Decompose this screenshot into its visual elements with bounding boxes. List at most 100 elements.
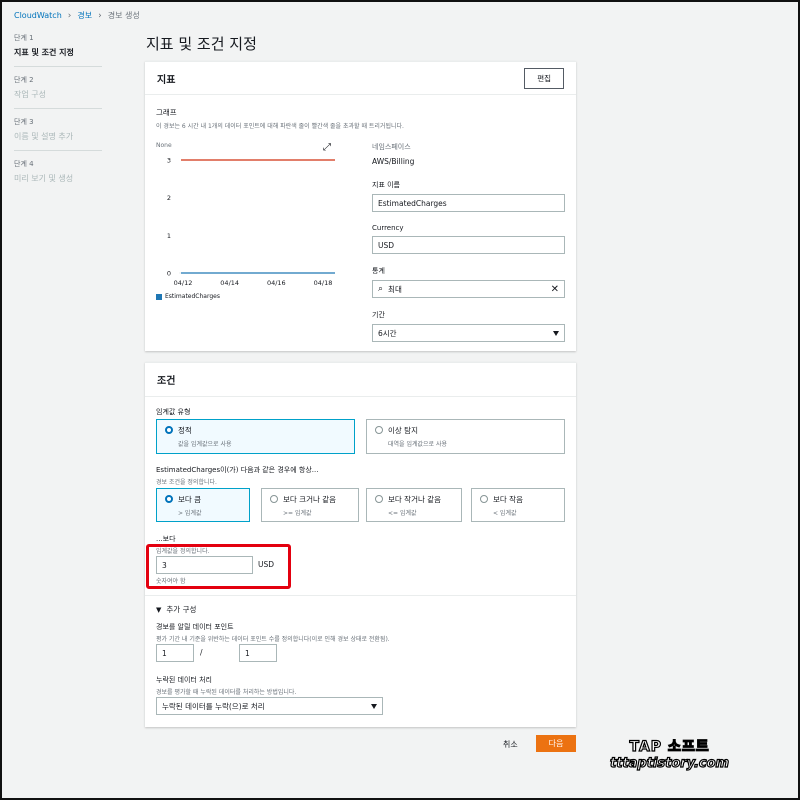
step-2: 단계 2 작업 구성 (14, 75, 102, 109)
additional-config-label: 추가 구성 (166, 605, 197, 614)
currency-input[interactable]: USD (372, 236, 565, 254)
radio-title: 보다 작음 (493, 495, 523, 504)
radio-text: 보다 큼 > 임계값 (178, 494, 202, 517)
radio-text: 이상 탐지 대역을 임계값으로 사용 (388, 425, 447, 448)
radio-title: 정적 (178, 426, 192, 435)
x-tick-label: 04/16 (267, 279, 286, 287)
threshold-highlight-box (146, 544, 291, 589)
step-label: 작업 구성 (14, 90, 46, 99)
chevron-right-icon: › (67, 10, 72, 21)
conditions-panel-header: 조건 (145, 363, 576, 397)
datapoints-input[interactable]: 1 (156, 644, 194, 662)
step-label: 지표 및 조건 지정 (14, 48, 74, 57)
radio-text: 보다 크거나 같음 >= 임계값 (283, 494, 336, 517)
divider (145, 595, 576, 596)
breadcrumb-cloudwatch-link[interactable]: CloudWatch (14, 11, 62, 20)
radio-unselected-icon (375, 426, 383, 434)
currency-label: Currency (372, 224, 404, 232)
radio-text: 보다 작음 < 임계값 (493, 494, 523, 517)
conditions-panel-title: 조건 (157, 376, 176, 387)
radio-row: 보다 큼 > 임계값 (165, 494, 241, 517)
legend-swatch (156, 293, 162, 300)
page-title: 지표 및 조건 지정 (146, 35, 257, 53)
watermark-line1: TAP 소프트 (629, 738, 710, 755)
chart-legend: EstimatedCharges (156, 293, 220, 300)
threshold-type-static[interactable]: 정적 값을 임계값으로 사용 (156, 419, 355, 454)
threshold-type-anomaly[interactable]: 이상 탐지 대역을 임계값으로 사용 (366, 419, 565, 454)
graph-title: 그래프 (156, 108, 177, 117)
radio-selected-icon (165, 495, 173, 503)
whenever-label: EstimatedCharges이(가) 다음과 같은 경우에 항상... (156, 466, 319, 474)
caret-down-icon (553, 330, 559, 336)
radio-desc: 값을 임계값으로 사용 (178, 441, 232, 448)
chevron-right-icon: › (98, 10, 102, 21)
missing-data-value: 누락된 데이터를 누락(으)로 처리 (162, 701, 265, 711)
cancel-button[interactable]: 취소 (503, 739, 518, 750)
step-4: 단계 4 미리 보기 및 생성 (14, 159, 102, 192)
metric-name-input[interactable]: EstimatedCharges (372, 194, 565, 212)
missing-data-desc: 경보를 평가할 때 누락된 데이터를 처리하는 방법입니다. (156, 689, 297, 696)
x-tick-label: 04/14 (220, 279, 239, 287)
breadcrumb-alarms-link[interactable]: 경보 (77, 10, 92, 21)
chart-unit-label: None (156, 142, 172, 149)
datapoints-separator: / (200, 648, 203, 657)
additional-config-toggle[interactable]: ▼ 추가 구성 (156, 604, 196, 615)
watermark: TAP 소프트 tttaptistory.com (609, 736, 730, 771)
whenever-header: EstimatedCharges이(가) 다음과 같은 경우에 항상... 경보… (156, 465, 318, 486)
step-number: 단계 4 (14, 160, 34, 168)
statistic-label: 통계 (372, 267, 385, 275)
operator-greater[interactable]: 보다 큼 > 임계값 (156, 488, 250, 522)
breadcrumb-current: 경보 생성 (107, 11, 140, 20)
clear-icon[interactable]: ✕ (551, 284, 559, 295)
radio-title: 이상 탐지 (388, 426, 418, 435)
search-icon: ⌕ (378, 284, 384, 294)
metric-panel-header: 지표 편집 (145, 62, 576, 95)
step-label: 미리 보기 및 생성 (14, 174, 74, 183)
x-tick-label: 04/18 (314, 279, 333, 287)
radio-desc: <= 임계값 (388, 510, 417, 517)
missing-data-select[interactable]: 누락된 데이터를 누락(으)로 처리 (156, 697, 383, 715)
step-label: 이름 및 설명 추가 (14, 132, 74, 141)
y-tick-label: 3 (167, 157, 171, 165)
statistic-search-input[interactable]: ⌕ 최대 ✕ (372, 280, 565, 298)
edit-button[interactable]: 편집 (524, 67, 564, 89)
metric-details: 네임스페이스 AWS/Billing 지표 이름 EstimatedCharge… (372, 142, 565, 342)
radio-text: 정적 값을 임계값으로 사용 (178, 425, 232, 448)
radio-title: 보다 작거나 같음 (388, 495, 442, 504)
radio-unselected-icon (375, 495, 383, 503)
next-button[interactable]: 다음 (536, 735, 576, 752)
statistic-value: 최대 (388, 284, 402, 294)
statistic-value-wrap: ⌕ 최대 (378, 284, 402, 295)
radio-unselected-icon (270, 495, 278, 503)
step-number: 단계 3 (14, 118, 34, 126)
operator-greater-equal[interactable]: 보다 크거나 같음 >= 임계값 (261, 488, 359, 522)
than-label: ...보다 (156, 535, 176, 543)
radio-desc: > 임계값 (178, 510, 202, 517)
datapoints-desc: 평가 기간 내 기준을 위반하는 데이터 포인트 수를 정의합니다(이로 인해 … (156, 636, 390, 643)
caret-down-icon (371, 703, 377, 709)
period-value: 6시간 (378, 328, 397, 338)
y-tick-label: 2 (167, 194, 171, 202)
missing-data-header: 누락된 데이터 처리 경보를 평가할 때 누락된 데이터를 처리하는 방법입니다… (156, 675, 296, 696)
radio-desc: >= 임계값 (283, 510, 312, 517)
period-label: 기간 (372, 311, 385, 319)
graph-header: 그래프 이 경보는 6 시간 내 1개의 데이터 포인트에 대해 파란색 줄이 … (156, 107, 556, 130)
evaluation-periods-input[interactable]: 1 (239, 644, 277, 662)
breadcrumb: CloudWatch › 경보 › 경보 생성 (14, 10, 140, 21)
legend-label: EstimatedCharges (165, 293, 220, 300)
step-1: 단계 1 지표 및 조건 지정 (14, 33, 102, 67)
chart-svg: 0 1 2 3 04/12 04/14 04/16 04/18 (167, 157, 335, 287)
step-number: 단계 1 (14, 34, 34, 42)
namespace-value: AWS/Billing (372, 157, 415, 166)
radio-selected-icon (165, 426, 173, 434)
metric-name-label: 지표 이름 (372, 181, 400, 189)
watermark-line2: tttaptistory.com (609, 755, 730, 771)
caret-down-icon: ▼ (156, 605, 162, 614)
operator-less-equal[interactable]: 보다 작거나 같음 <= 임계값 (366, 488, 462, 522)
radio-row: 보다 작거나 같음 <= 임계값 (375, 494, 453, 517)
radio-row: 이상 탐지 대역을 임계값으로 사용 (375, 425, 556, 448)
radio-row: 보다 작음 < 임계값 (480, 494, 556, 517)
period-select[interactable]: 6시간 (372, 324, 565, 342)
datapoints-label: 경보를 알릴 데이터 포인트 (156, 623, 234, 631)
operator-less[interactable]: 보다 작음 < 임계값 (471, 488, 565, 522)
